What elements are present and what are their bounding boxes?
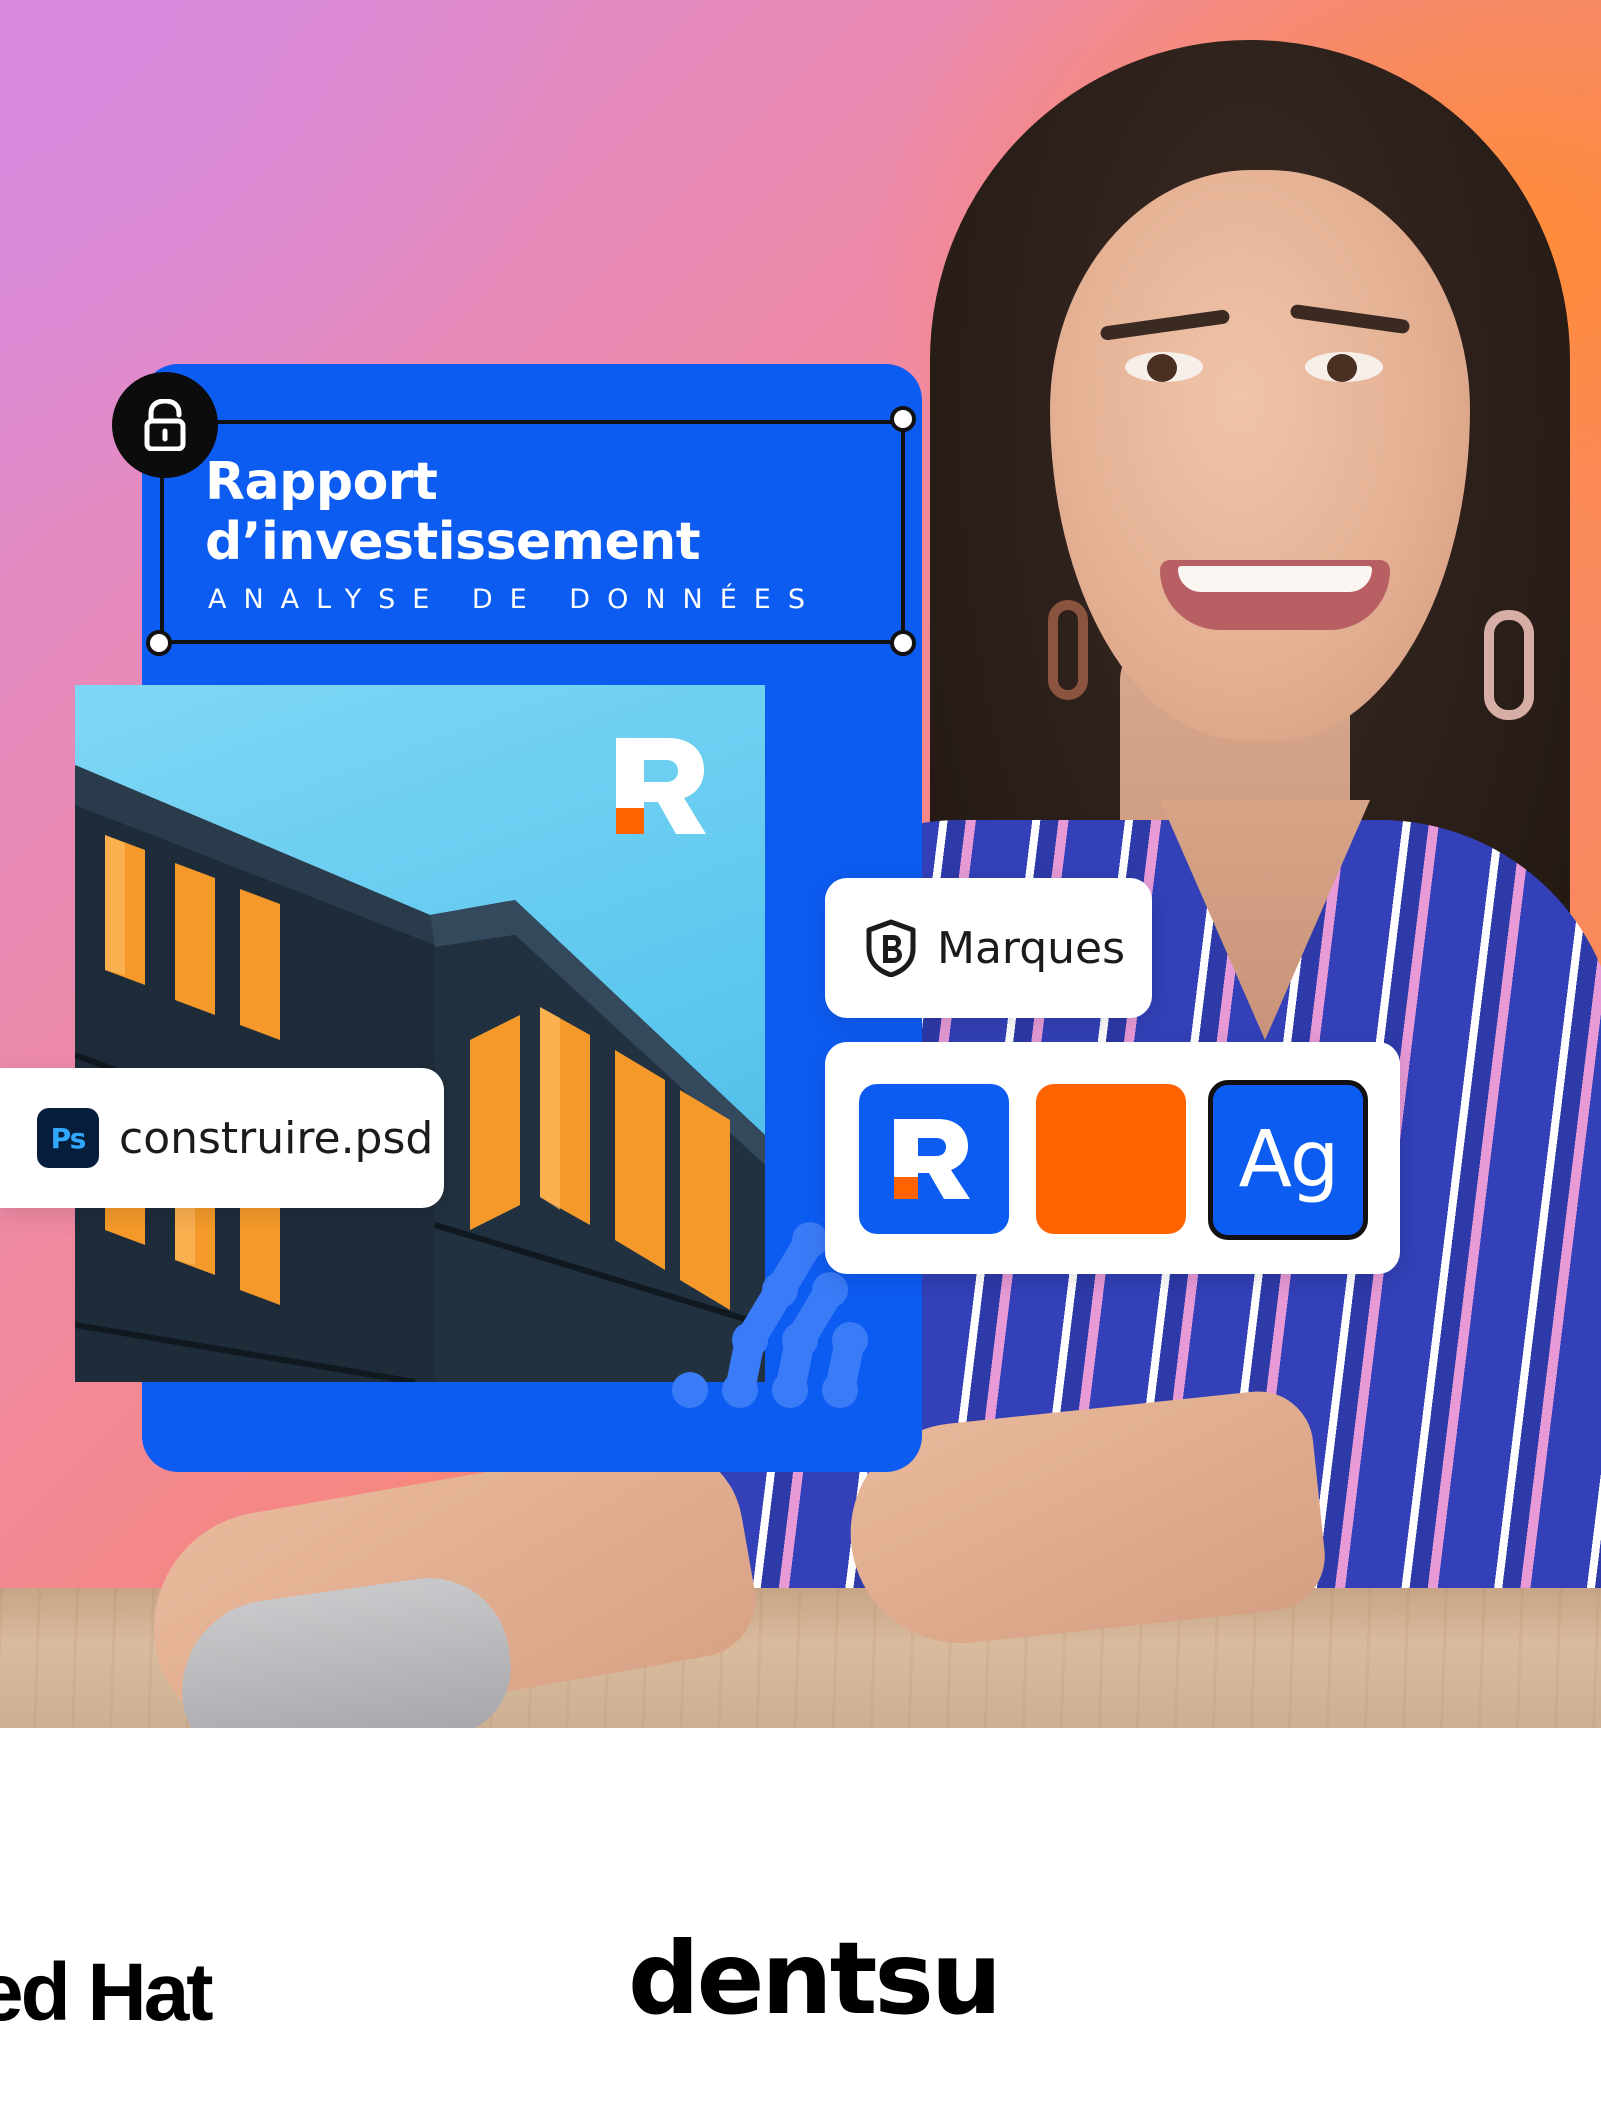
brand-assets-panel: Ag xyxy=(825,1042,1400,1274)
resize-handle-bottom-right[interactable] xyxy=(890,630,916,656)
brands-chip[interactable]: Marques xyxy=(825,878,1152,1018)
file-chip[interactable]: Ps construire.psd xyxy=(0,1068,444,1208)
r-brand-logo xyxy=(616,738,706,834)
earring-left xyxy=(1048,600,1088,700)
eye-right xyxy=(1305,352,1383,382)
logo-swatch[interactable] xyxy=(859,1084,1009,1234)
report-subtitle: ANALYSE DE DONNÉES xyxy=(208,584,822,615)
color-swatch-orange[interactable] xyxy=(1036,1084,1186,1234)
dentsu-logo: dentsu xyxy=(628,1920,1002,2037)
resize-handle-bottom-left[interactable] xyxy=(146,630,172,656)
report-title-line-2: d’investissement xyxy=(205,512,701,572)
redhat-logo: ed Hat xyxy=(0,1947,214,2038)
font-swatch[interactable]: Ag xyxy=(1208,1080,1368,1240)
r-logo-icon xyxy=(894,1119,970,1199)
resize-handle-top-right[interactable] xyxy=(890,406,916,432)
brands-label: Marques xyxy=(937,922,1126,974)
lock-button[interactable] xyxy=(112,372,218,478)
eye-left xyxy=(1125,352,1203,382)
report-title: Rapport d’investissement xyxy=(205,452,701,572)
unlock-icon xyxy=(144,399,186,451)
hero-banner: Rapport d’investissement ANALYSE DE DONN… xyxy=(0,0,1601,1728)
smile xyxy=(1160,560,1390,630)
file-name: construire.psd xyxy=(119,1112,434,1164)
report-title-line-1: Rapport xyxy=(205,452,438,512)
photoshop-icon: Ps xyxy=(37,1108,99,1168)
earring-right xyxy=(1484,610,1534,720)
brand-b-icon xyxy=(865,919,917,977)
